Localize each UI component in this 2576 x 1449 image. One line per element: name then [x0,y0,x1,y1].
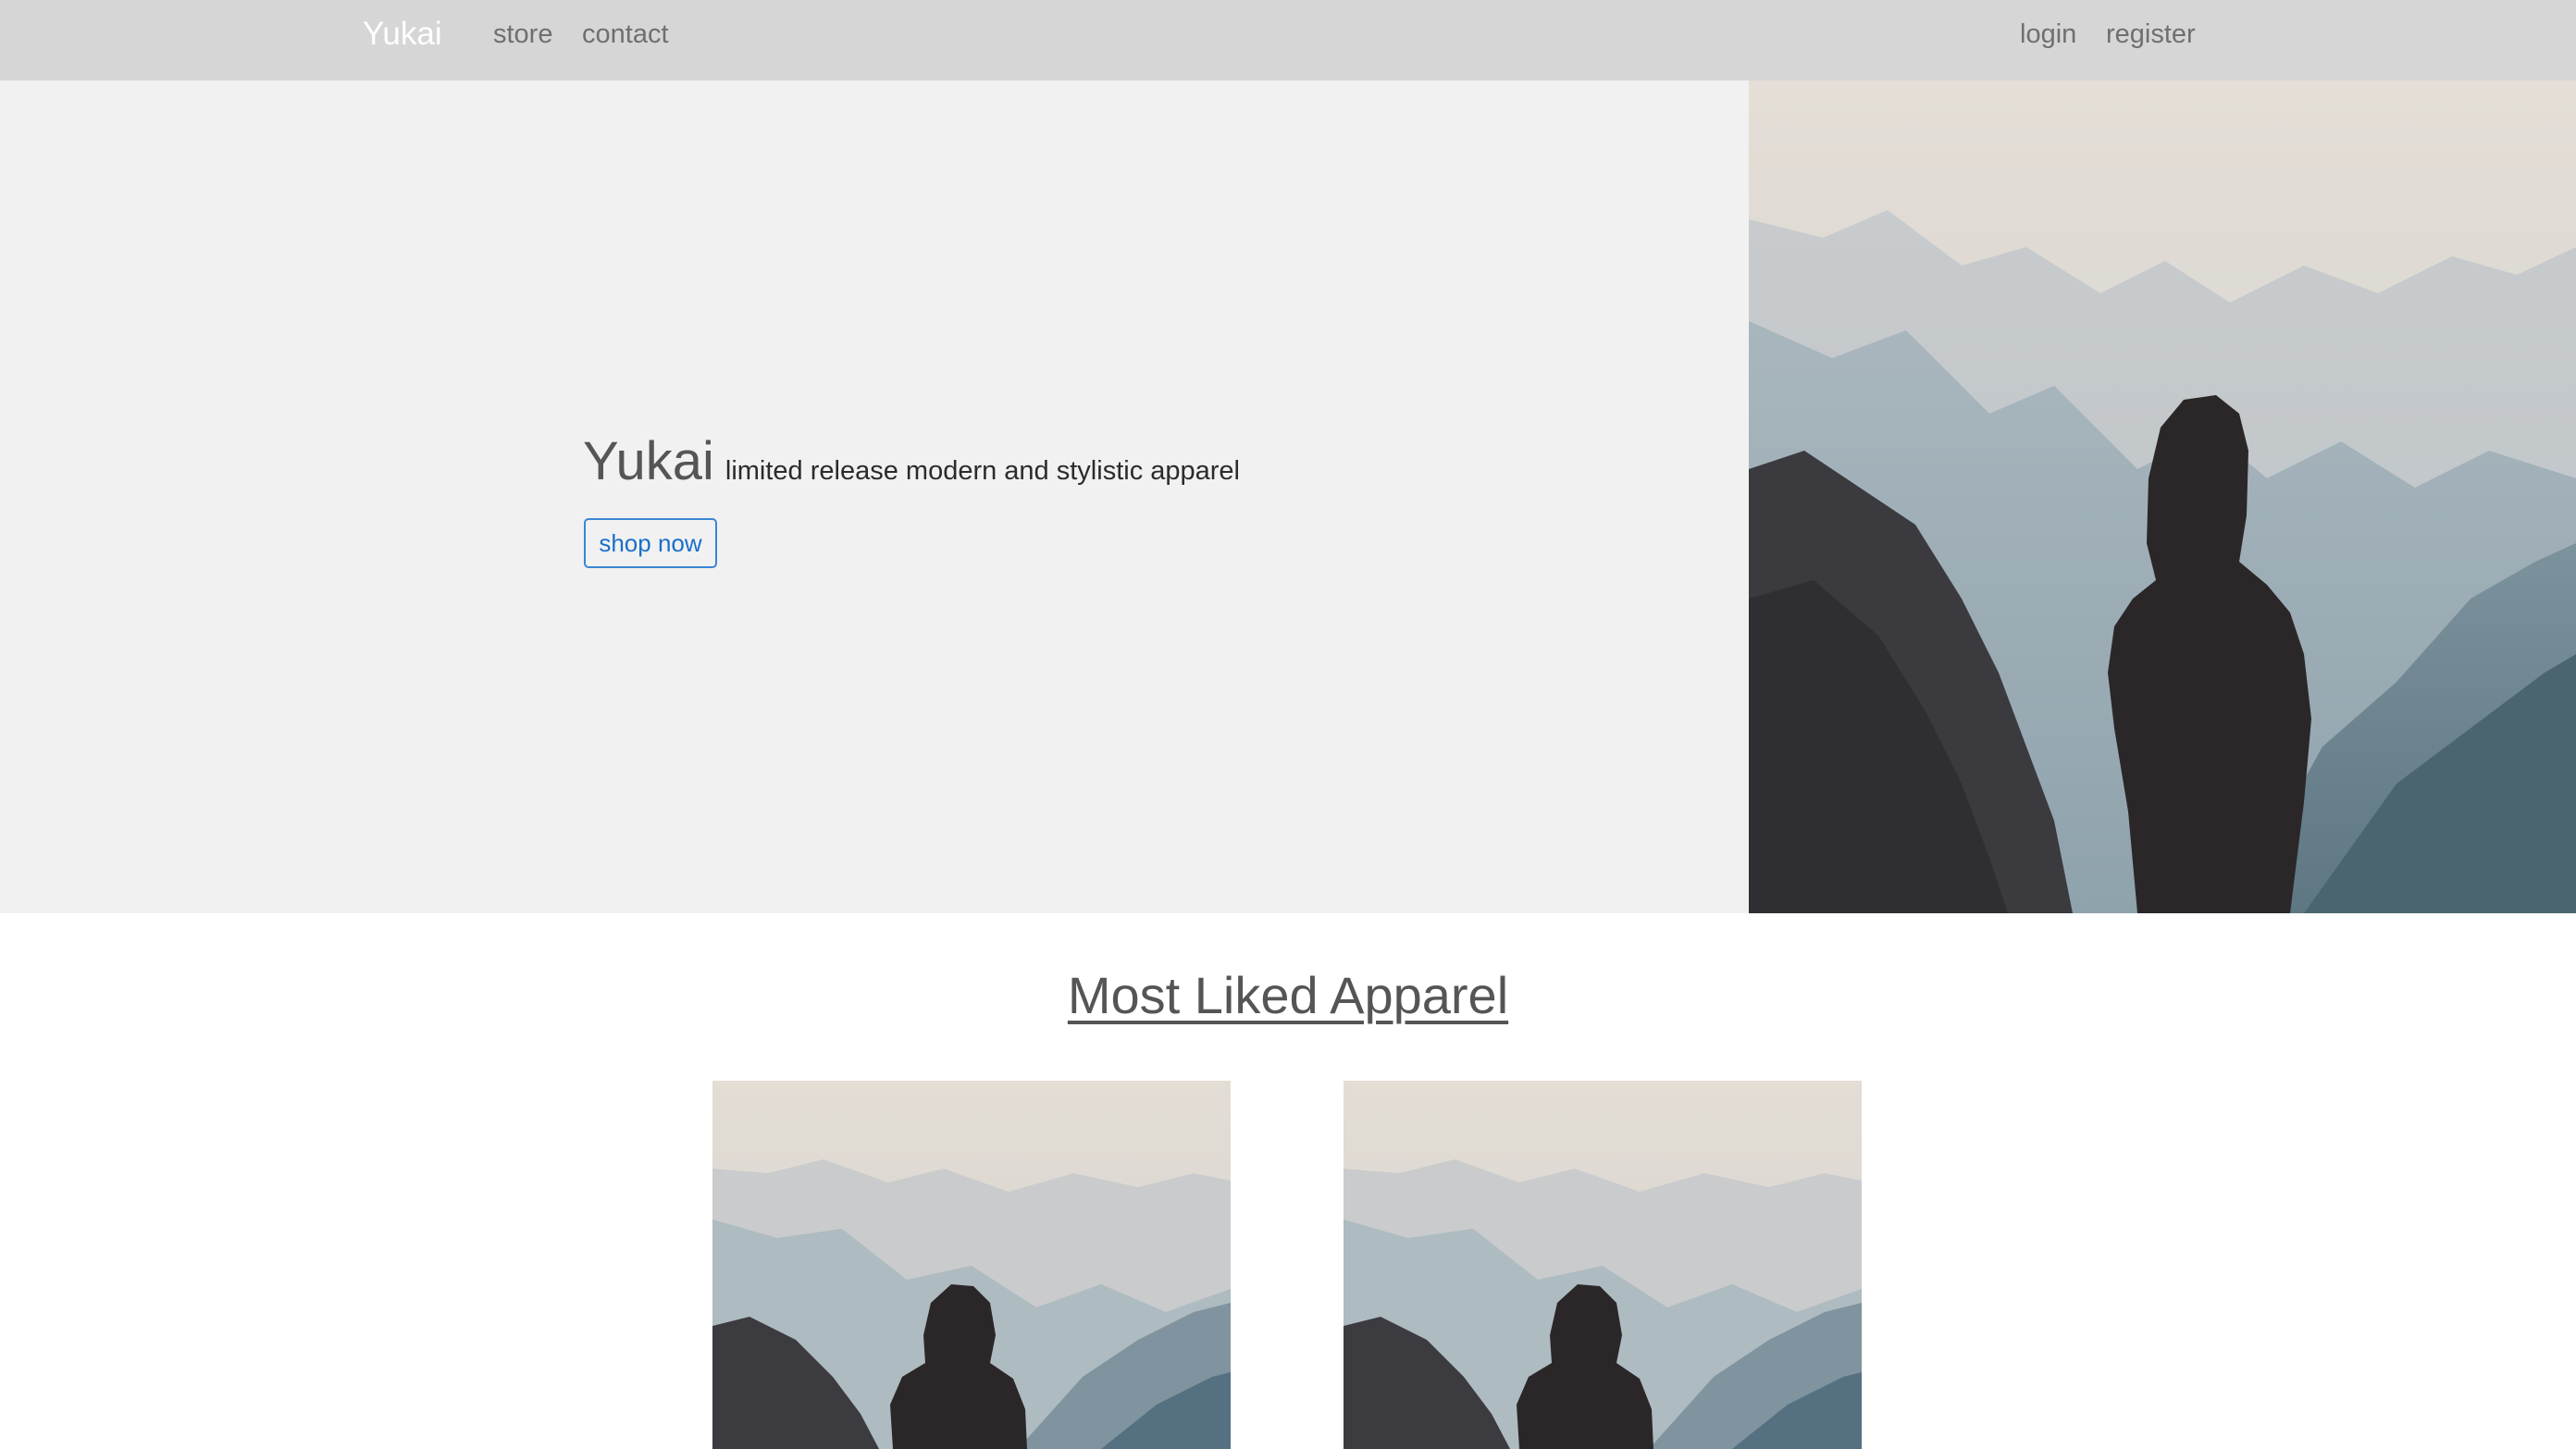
hero-image [1749,80,2576,913]
product-card-2[interactable] [1344,1081,1862,1449]
brand-link[interactable]: Yukai [363,13,442,56]
hero-tagline: limited release modern and stylistic app… [724,456,1240,486]
nav-link-contact[interactable]: contact [582,16,669,53]
product-card-1[interactable] [712,1081,1231,1449]
hero-text-panel: Yukai limited release modern and stylisti… [0,80,1749,913]
mountain-hooded-figure-photo-icon [712,1081,1231,1449]
shop-now-button[interactable]: shop now [584,518,717,568]
top-navbar: Yukai store contact login register [0,0,2576,80]
hero-title: Yukai [583,431,714,491]
nav-link-register[interactable]: register [2106,16,2196,53]
nav-link-store[interactable]: store [493,16,552,53]
hero-heading: Yukai limited release modern and stylisti… [583,430,1240,492]
most-liked-title: Most Liked Apparel [1067,966,1509,1024]
mountain-hooded-figure-photo-icon [1344,1081,1862,1449]
nav-link-login[interactable]: login [2020,16,2076,53]
mountain-hooded-figure-photo-icon [1749,80,2576,913]
hero-section: Yukai limited release modern and stylisti… [0,80,2576,913]
